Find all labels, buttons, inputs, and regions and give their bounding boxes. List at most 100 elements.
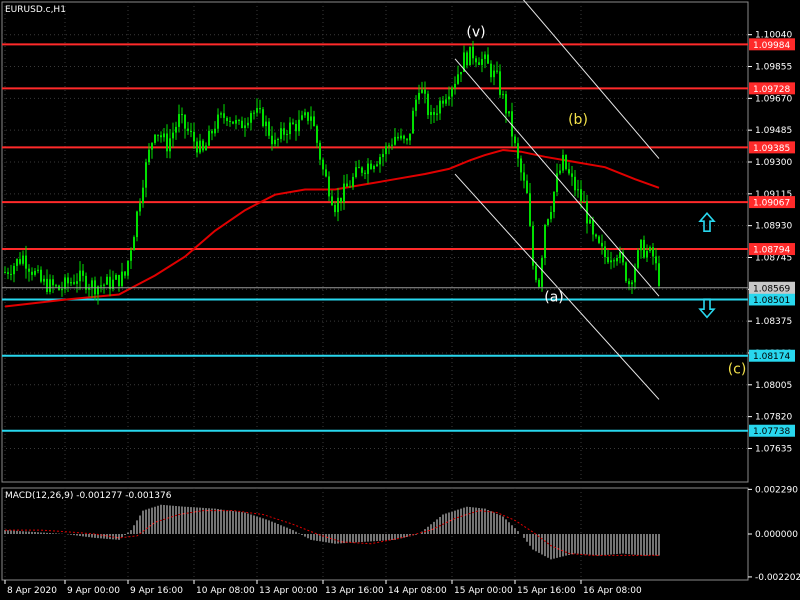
candle-body xyxy=(52,279,54,286)
candle-body xyxy=(595,234,597,237)
candle-body xyxy=(583,201,585,203)
candle-body xyxy=(520,158,522,173)
wave-label: (b) xyxy=(568,112,588,128)
candle-body xyxy=(649,247,651,251)
candle-body xyxy=(4,272,6,274)
candle-body xyxy=(319,142,321,160)
trend-channel[interactable] xyxy=(454,0,660,400)
time-axis[interactable]: 8 Apr 2020 9 Apr 00:00 9 Apr 16:00 10 Apr 0… xyxy=(4,580,642,596)
candle-body xyxy=(211,130,213,134)
candle-body xyxy=(214,128,216,134)
candle-body xyxy=(217,114,219,129)
candle-body xyxy=(232,121,234,124)
horizontal-levels[interactable] xyxy=(2,43,748,432)
candle-body xyxy=(241,120,243,129)
candle-body xyxy=(220,113,222,115)
candle-body xyxy=(397,136,399,139)
candle-body xyxy=(277,139,279,141)
candle-body xyxy=(514,136,516,144)
candle-body xyxy=(157,134,159,136)
candle-body xyxy=(136,211,138,238)
candle-body xyxy=(631,282,633,285)
candle-body xyxy=(79,270,81,282)
candle-body xyxy=(610,260,612,263)
macd-tick-label: 0.002290 xyxy=(755,485,798,495)
time-tick-label: 15 Apr 16:00 xyxy=(517,586,576,596)
candle-body xyxy=(34,270,36,275)
candle-body xyxy=(148,149,150,163)
level-badge-label: 1.09067 xyxy=(753,199,790,209)
candle-body xyxy=(529,193,531,226)
candle-body xyxy=(637,250,639,268)
candle-body xyxy=(646,250,648,258)
candle-body xyxy=(262,109,264,127)
candle-body xyxy=(19,259,21,264)
candle-body xyxy=(133,237,135,251)
candle-body xyxy=(550,211,552,220)
price-tick-label: 1.07635 xyxy=(755,444,792,454)
price-axis[interactable]: 1.100401.098551.096701.094851.093001.091… xyxy=(748,31,800,583)
macd-frame xyxy=(1,487,749,581)
candle-body xyxy=(457,74,459,84)
signal-arrows xyxy=(698,212,716,319)
candle-body xyxy=(313,116,315,127)
candle-body xyxy=(487,54,489,64)
candle-body xyxy=(145,162,147,188)
channel-line xyxy=(454,173,660,400)
level-badge-label: 1.09385 xyxy=(753,144,790,154)
price-tick-label: 1.09670 xyxy=(755,94,792,104)
candle-body xyxy=(205,145,207,151)
candle-body xyxy=(268,121,270,136)
candle-body xyxy=(613,260,615,262)
level-badge-label: 1.08794 xyxy=(753,246,790,256)
candle-body xyxy=(334,204,336,213)
candle-body xyxy=(61,288,63,291)
time-tick-label: 15 Apr 00:00 xyxy=(454,586,513,596)
price-tick-label: 1.08005 xyxy=(755,381,792,391)
candle-body xyxy=(280,128,282,140)
candle-body xyxy=(466,52,468,66)
candle-body xyxy=(199,140,201,153)
chart-canvas[interactable]: (v)(b)(a)(c) 1.100401.098551.096701.0948… xyxy=(0,0,800,600)
candle-body xyxy=(481,58,483,65)
candle-body xyxy=(202,140,204,151)
candle-body xyxy=(628,281,630,285)
candle-body xyxy=(517,143,519,159)
macd-panel xyxy=(4,504,660,560)
candle-body xyxy=(118,275,120,287)
macd-tick-label: -0.002202 xyxy=(755,573,800,583)
candle-body xyxy=(430,112,432,116)
price-tick-label: 1.07820 xyxy=(755,413,792,423)
candle-body xyxy=(358,167,360,169)
candle-body xyxy=(658,263,660,286)
candle-body xyxy=(565,154,567,170)
candle-body xyxy=(544,224,546,259)
candle-body xyxy=(25,255,27,269)
time-tick-label: 8 Apr 2020 xyxy=(7,586,57,596)
level-badge-label: 1.08501 xyxy=(753,296,790,306)
candle-body xyxy=(49,279,51,292)
wave-label: (v) xyxy=(466,24,485,40)
candle-body xyxy=(256,108,258,113)
candle-body xyxy=(547,219,549,225)
candle-body xyxy=(22,255,24,264)
candle-body xyxy=(154,134,156,143)
candle-body xyxy=(229,120,231,122)
candle-body xyxy=(184,114,186,129)
candle-body xyxy=(178,114,180,127)
candle-body xyxy=(415,99,417,111)
candle-body xyxy=(151,142,153,150)
candle-body xyxy=(601,242,603,247)
candle-body xyxy=(46,278,48,292)
candle-body xyxy=(541,258,543,287)
candle-body xyxy=(301,115,303,120)
candle-body xyxy=(349,186,351,188)
candle-body xyxy=(172,132,174,139)
candle-body xyxy=(109,276,111,289)
candle-body xyxy=(328,176,330,197)
candle-body xyxy=(577,189,579,191)
candle-body xyxy=(91,280,93,288)
candle-body xyxy=(508,111,510,114)
time-tick-label: 13 Apr 00:00 xyxy=(259,586,318,596)
candle-body xyxy=(352,176,354,187)
